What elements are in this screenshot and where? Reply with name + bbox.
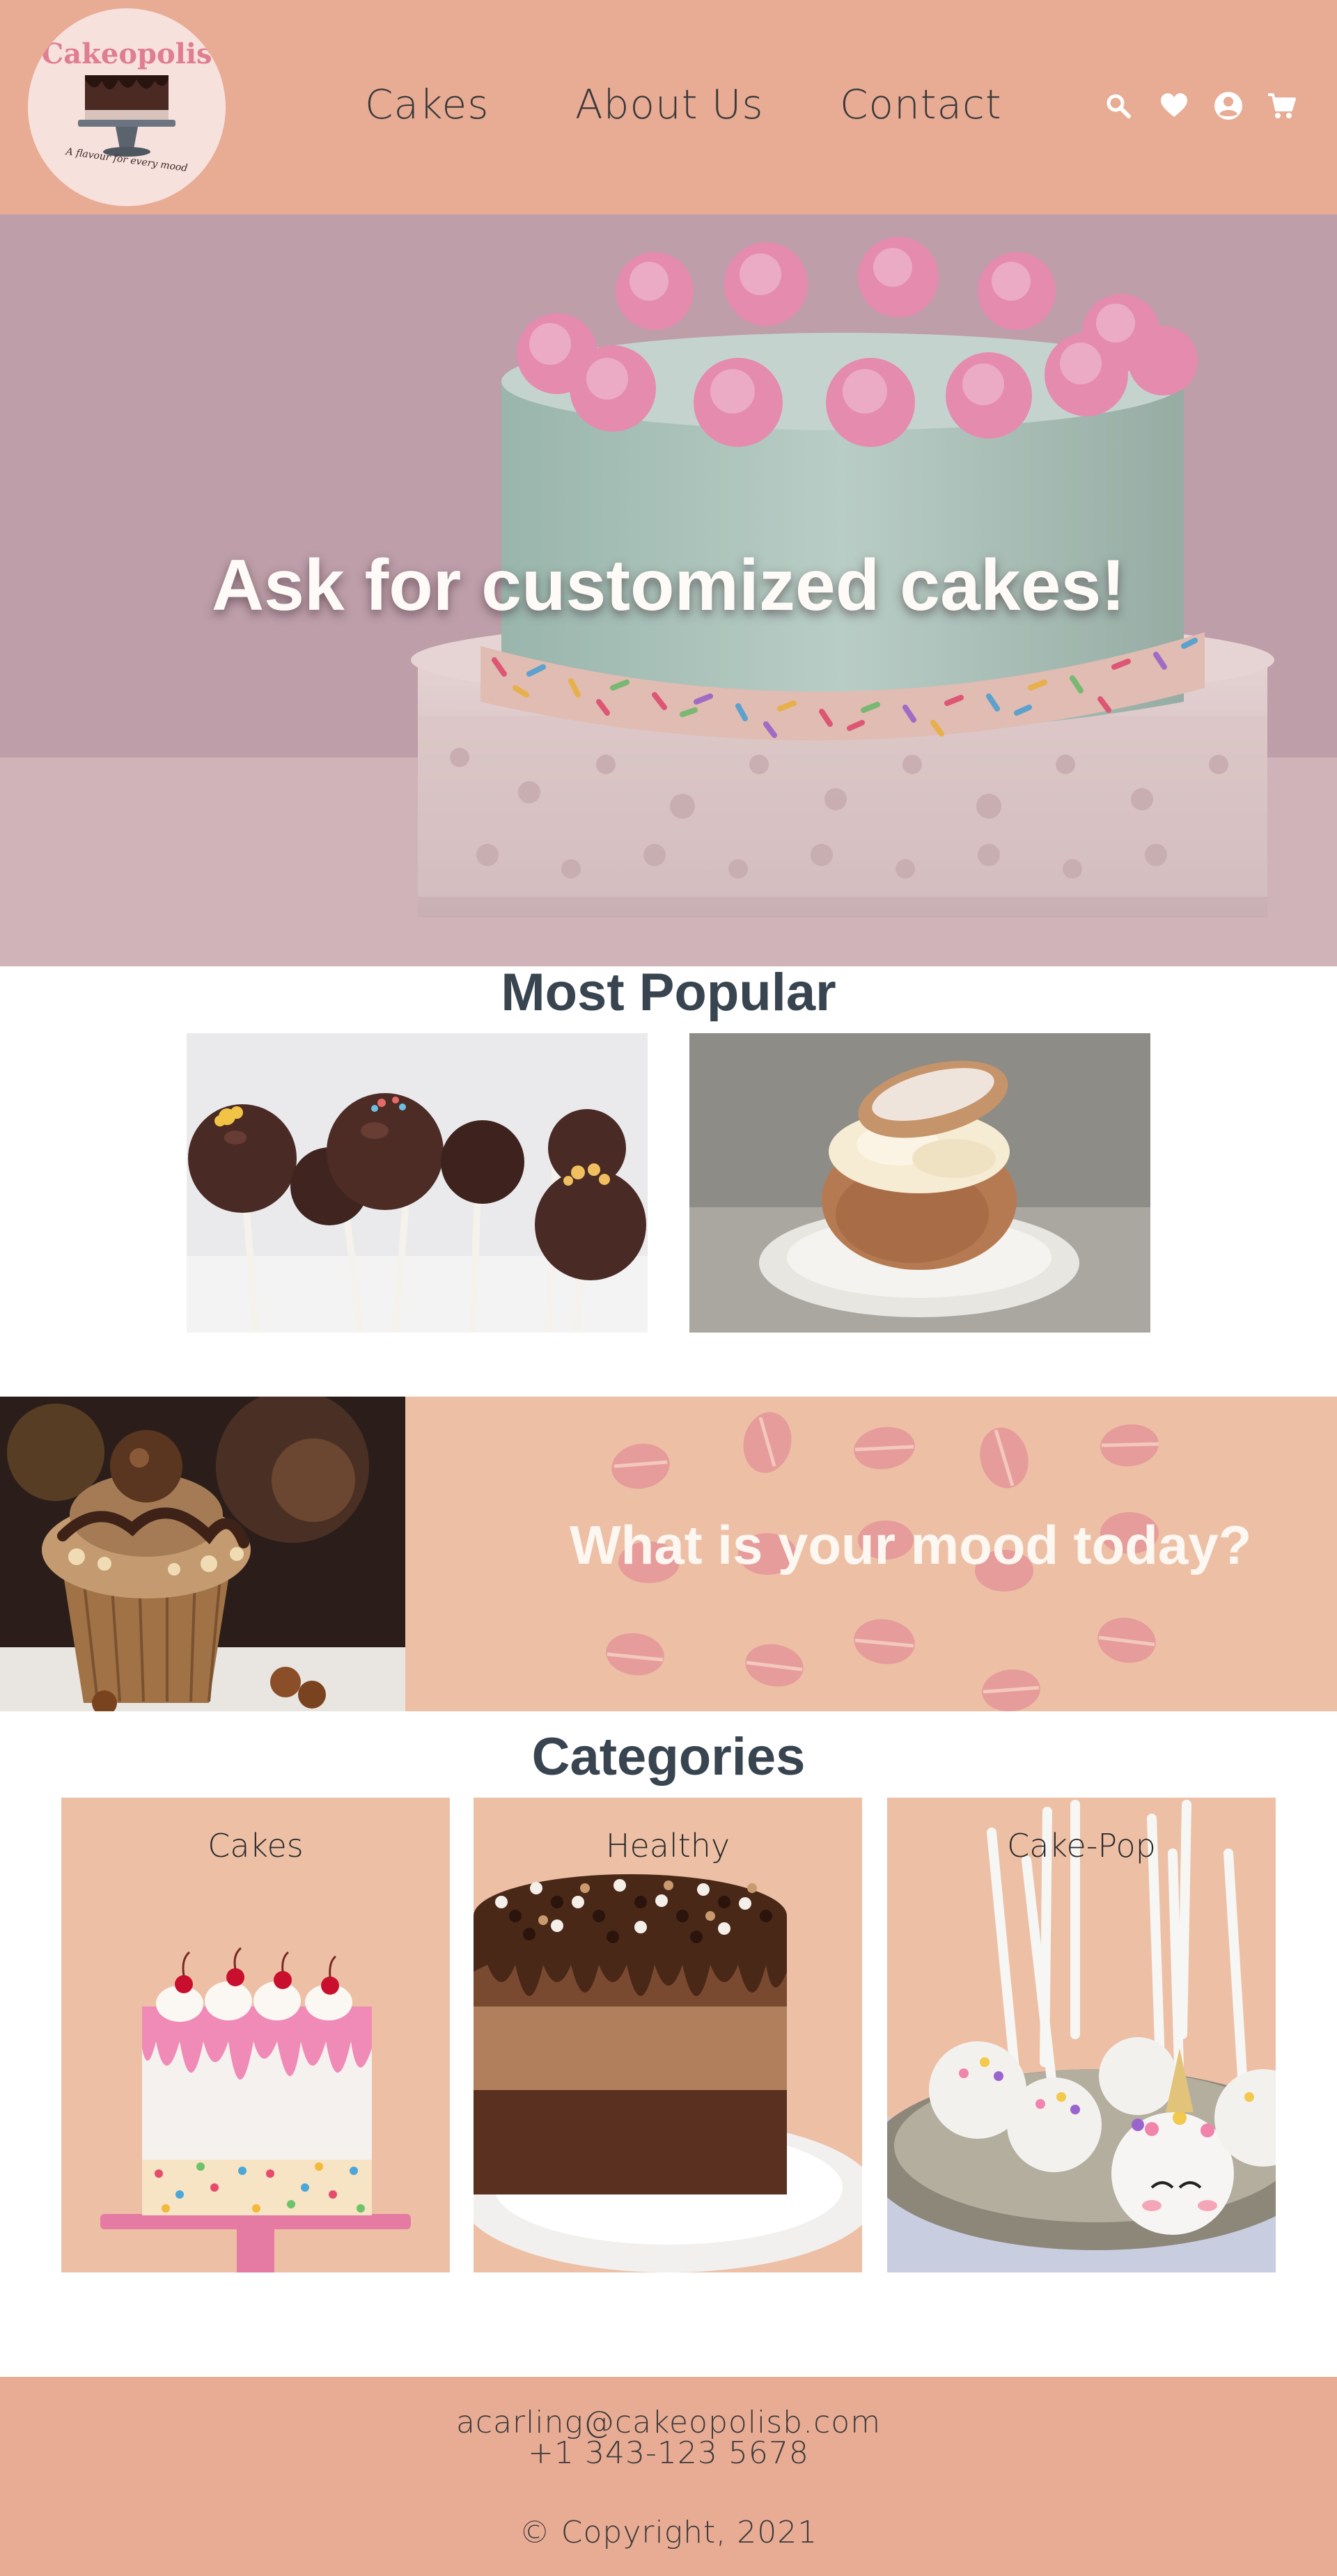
category-cakes-photo bbox=[100, 1947, 411, 2272]
site-header: Cakeopolis A flavour for every mood Cake… bbox=[0, 0, 1337, 214]
cart-icon[interactable] bbox=[1266, 91, 1297, 121]
popular-heading: Most Popular bbox=[501, 963, 836, 1022]
mood-panel: What is your mood today? bbox=[405, 1397, 1337, 1711]
search-icon[interactable] bbox=[1103, 91, 1134, 121]
category-healthy-label: Healthy bbox=[605, 1827, 730, 1864]
category-cake-pop-label: Cake-Pop bbox=[1007, 1827, 1156, 1864]
category-cake-pop-photo bbox=[887, 1800, 1276, 2272]
hero-title: Ask for customized cakes! bbox=[211, 545, 1126, 626]
category-healthy[interactable]: Healthy bbox=[474, 1798, 862, 2272]
footer-copyright: © Copyright, 2021 bbox=[519, 2515, 818, 2550]
category-healthy-photo bbox=[474, 1874, 862, 2272]
popular-item-cake-pops[interactable] bbox=[187, 1033, 648, 1333]
category-cakes[interactable]: Cakes bbox=[61, 1798, 450, 2272]
nav-contact[interactable]: Contact bbox=[840, 81, 1002, 128]
categories-heading: Categories bbox=[531, 1727, 806, 1786]
hero-banner[interactable]: Ask for customized cakes! bbox=[0, 214, 1337, 966]
category-cakes-label: Cakes bbox=[208, 1827, 304, 1864]
cream-bun-photo bbox=[689, 1033, 1150, 1333]
site-footer: acarling@cakeopolisb.com +1 343-123 5678… bbox=[0, 2377, 1337, 2576]
nav-about-us[interactable]: About Us bbox=[575, 81, 764, 128]
mood-text: What is your mood today? bbox=[570, 1514, 1252, 1576]
category-cake-pop[interactable]: Cake-Pop bbox=[887, 1798, 1276, 2272]
user-icon[interactable] bbox=[1213, 91, 1244, 121]
footer-phone[interactable]: +1 343-123 5678 bbox=[0, 2435, 1337, 2471]
mood-cupcake-photo bbox=[0, 1397, 405, 1711]
nav-cakes[interactable]: Cakes bbox=[365, 81, 489, 128]
mood-banner[interactable]: What is your mood today? bbox=[0, 1397, 1337, 1711]
cake-pops-photo bbox=[187, 1033, 648, 1333]
popular-item-cream-bun[interactable] bbox=[689, 1033, 1150, 1333]
logo-wordmark: Cakeopolis bbox=[41, 38, 212, 70]
heart-icon[interactable] bbox=[1159, 91, 1189, 121]
logo[interactable]: Cakeopolis A flavour for every mood bbox=[28, 8, 226, 206]
